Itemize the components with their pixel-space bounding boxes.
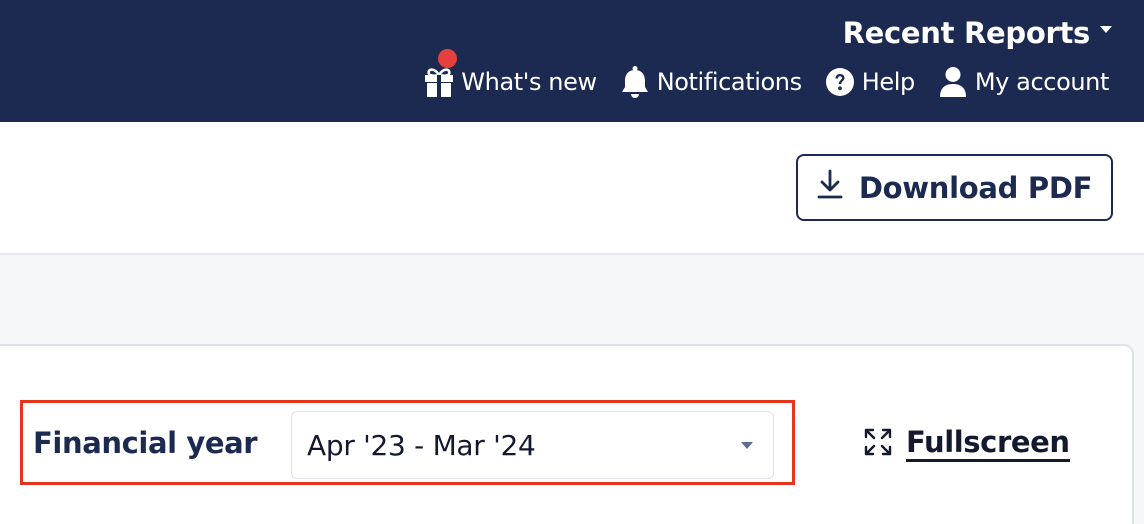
fullscreen-toggle[interactable]: Fullscreen xyxy=(864,425,1070,462)
financial-year-value: Apr '23 - Mar '24 xyxy=(307,428,536,462)
nav-my-account[interactable]: My account xyxy=(937,64,1109,100)
user-icon xyxy=(937,64,969,100)
recent-reports-dropdown[interactable]: Recent Reports xyxy=(843,16,1112,50)
caret-down-icon xyxy=(741,442,753,449)
report-action-bar: Download PDF xyxy=(0,122,1144,255)
nav-notifications[interactable]: Notifications xyxy=(619,64,802,100)
gift-icon xyxy=(423,49,458,100)
download-pdf-label: Download PDF xyxy=(858,170,1093,205)
nav-notifications-label: Notifications xyxy=(656,68,802,96)
nav-help-label: Help xyxy=(861,68,916,96)
download-pdf-button[interactable]: Download PDF xyxy=(796,154,1113,221)
fullscreen-label: Fullscreen xyxy=(906,425,1070,462)
notification-badge-dot xyxy=(438,49,458,68)
expand-icon xyxy=(864,428,892,460)
caret-down-icon xyxy=(1100,25,1112,33)
nav-whats-new[interactable]: What's new xyxy=(423,49,597,100)
financial-year-label: Financial year xyxy=(33,426,258,460)
nav-whats-new-label: What's new xyxy=(461,68,597,96)
financial-year-select[interactable]: Apr '23 - Mar '24 xyxy=(291,411,774,479)
nav-help[interactable]: Help xyxy=(824,64,915,100)
recent-reports-label: Recent Reports xyxy=(842,16,1091,50)
bell-icon xyxy=(619,64,651,100)
download-icon xyxy=(817,169,843,206)
header-nav: What's new Notifications Help My account xyxy=(423,49,1109,100)
nav-my-account-label: My account xyxy=(974,68,1110,96)
top-navigation-bar: Recent Reports What's new Notifications … xyxy=(0,0,1144,122)
question-circle-icon xyxy=(824,64,856,100)
